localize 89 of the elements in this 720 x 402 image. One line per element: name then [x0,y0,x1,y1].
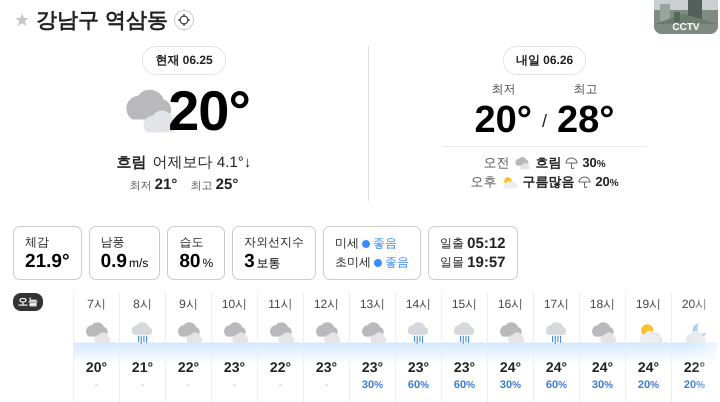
period-label: 오전 [483,154,510,172]
hour-label: 15시 [452,296,478,313]
hour-label: 9시 [179,296,198,313]
hour-label: 11시 [268,296,293,313]
precipitation-chance: 30% [592,379,614,391]
hour-label: 18시 [590,296,616,313]
hour-label: 8시 [133,296,152,313]
hour-temperature: 22° [270,359,292,375]
precipitation-chance: 60% [408,379,430,391]
condition-text: 구름많음 [522,172,574,190]
umbrella-icon [565,156,578,168]
hour-temperature: 23° [454,359,476,375]
condition-text: 흐림 [535,154,562,172]
comparison-text: 어제보다 4.1°↓ [152,153,252,172]
hour-label: 20시 [682,296,708,313]
card-label: 습도 [179,234,204,250]
precipitation-chance: 20% [595,174,619,189]
card-label: 체감 [25,234,50,250]
location-title: 강남구 역삼동 [36,8,168,34]
hour-label: 16시 [498,296,524,313]
card-label: 남풍 [100,234,126,250]
date-badge: 현재 06.25 [142,46,226,75]
hour-temperature: 23° [408,359,430,375]
umbrella-icon [578,176,592,188]
precipitation-chance: 60% [546,379,568,391]
card-value: 3 보통 [244,250,282,272]
card-label: 일몰 [440,254,464,271]
cctv-label: CCTV [671,22,701,33]
card-label: 자외선지수 [244,234,304,250]
crosshair-icon [178,14,190,26]
day-tag: 오늘 [13,293,43,311]
hour-temperature: 23° [316,359,338,375]
precipitation-chance: 20% [638,379,660,391]
hour-label: 12시 [314,296,340,313]
precipitation-chance: 20% [684,379,706,391]
hour-temperature: 20° [86,359,108,375]
high-label: 최고 [574,81,598,98]
precipitation-chance: 30% [362,379,384,391]
hour-temperature: 24° [592,359,614,375]
current-temperature: 20° [168,78,250,142]
hour-temperature: 22° [178,359,200,375]
precipitation-chance: - [278,379,282,391]
precipitation-chance: - [232,379,236,391]
card-value: 0.9 m/s [100,250,148,272]
cloud-icon [513,154,532,170]
card-value: 80% [179,250,214,272]
hour-label: 17시 [544,296,570,313]
precipitation-chance: 60% [454,379,476,391]
precipitation-chance: - [140,379,144,391]
high-temperature: 28° [557,98,614,142]
hour-temperature: 24° [546,359,568,375]
card-label: 초미세 [335,254,372,271]
hour-temperature: 23° [362,359,384,375]
hour-temperature: 22° [684,359,706,375]
cctv-button[interactable]: CCTV [654,0,718,34]
card-label: 미세 [335,235,360,252]
low-label: 최저 [130,179,152,193]
hour-label: 7시 [87,296,106,313]
precipitation-chance: - [324,379,328,391]
precipitation-chance: - [94,379,98,391]
star-icon[interactable] [14,12,30,28]
card-value: 좋음 [373,235,398,252]
hour-temperature: 24° [500,359,522,375]
card-value: 21.9° [25,250,70,272]
hour-label: 19시 [636,296,662,313]
precipitation-chance: 30% [500,379,522,391]
card-label: 일출 [440,235,464,252]
hour-label: 10시 [222,296,248,313]
precipitation-chance: - [186,379,190,391]
separator-dot: · [182,181,186,192]
period-label: 오후 [470,172,496,190]
precipitation-chance: 30% [582,155,606,170]
hour-label: 13시 [360,296,386,313]
low-temperature: 20° [474,98,532,142]
hour-temperature: 23° [224,359,246,375]
high-label: 최고 [190,179,213,193]
low-temperature: 21° [154,176,178,193]
low-label: 최저 [491,81,516,98]
hour-temperature: 24° [638,359,660,375]
locate-button[interactable] [174,10,194,30]
hour-temperature: 21° [132,359,154,375]
date-badge: 내일 06.26 [502,46,586,75]
condition-text: 흐림 [116,153,147,172]
high-temperature: 25° [216,176,238,193]
separator-slash: / [542,111,547,132]
card-value: 19:57 [467,254,506,271]
card-value: 05:12 [467,235,506,252]
card-value: 좋음 [385,254,410,271]
hour-label: 14시 [406,296,432,313]
